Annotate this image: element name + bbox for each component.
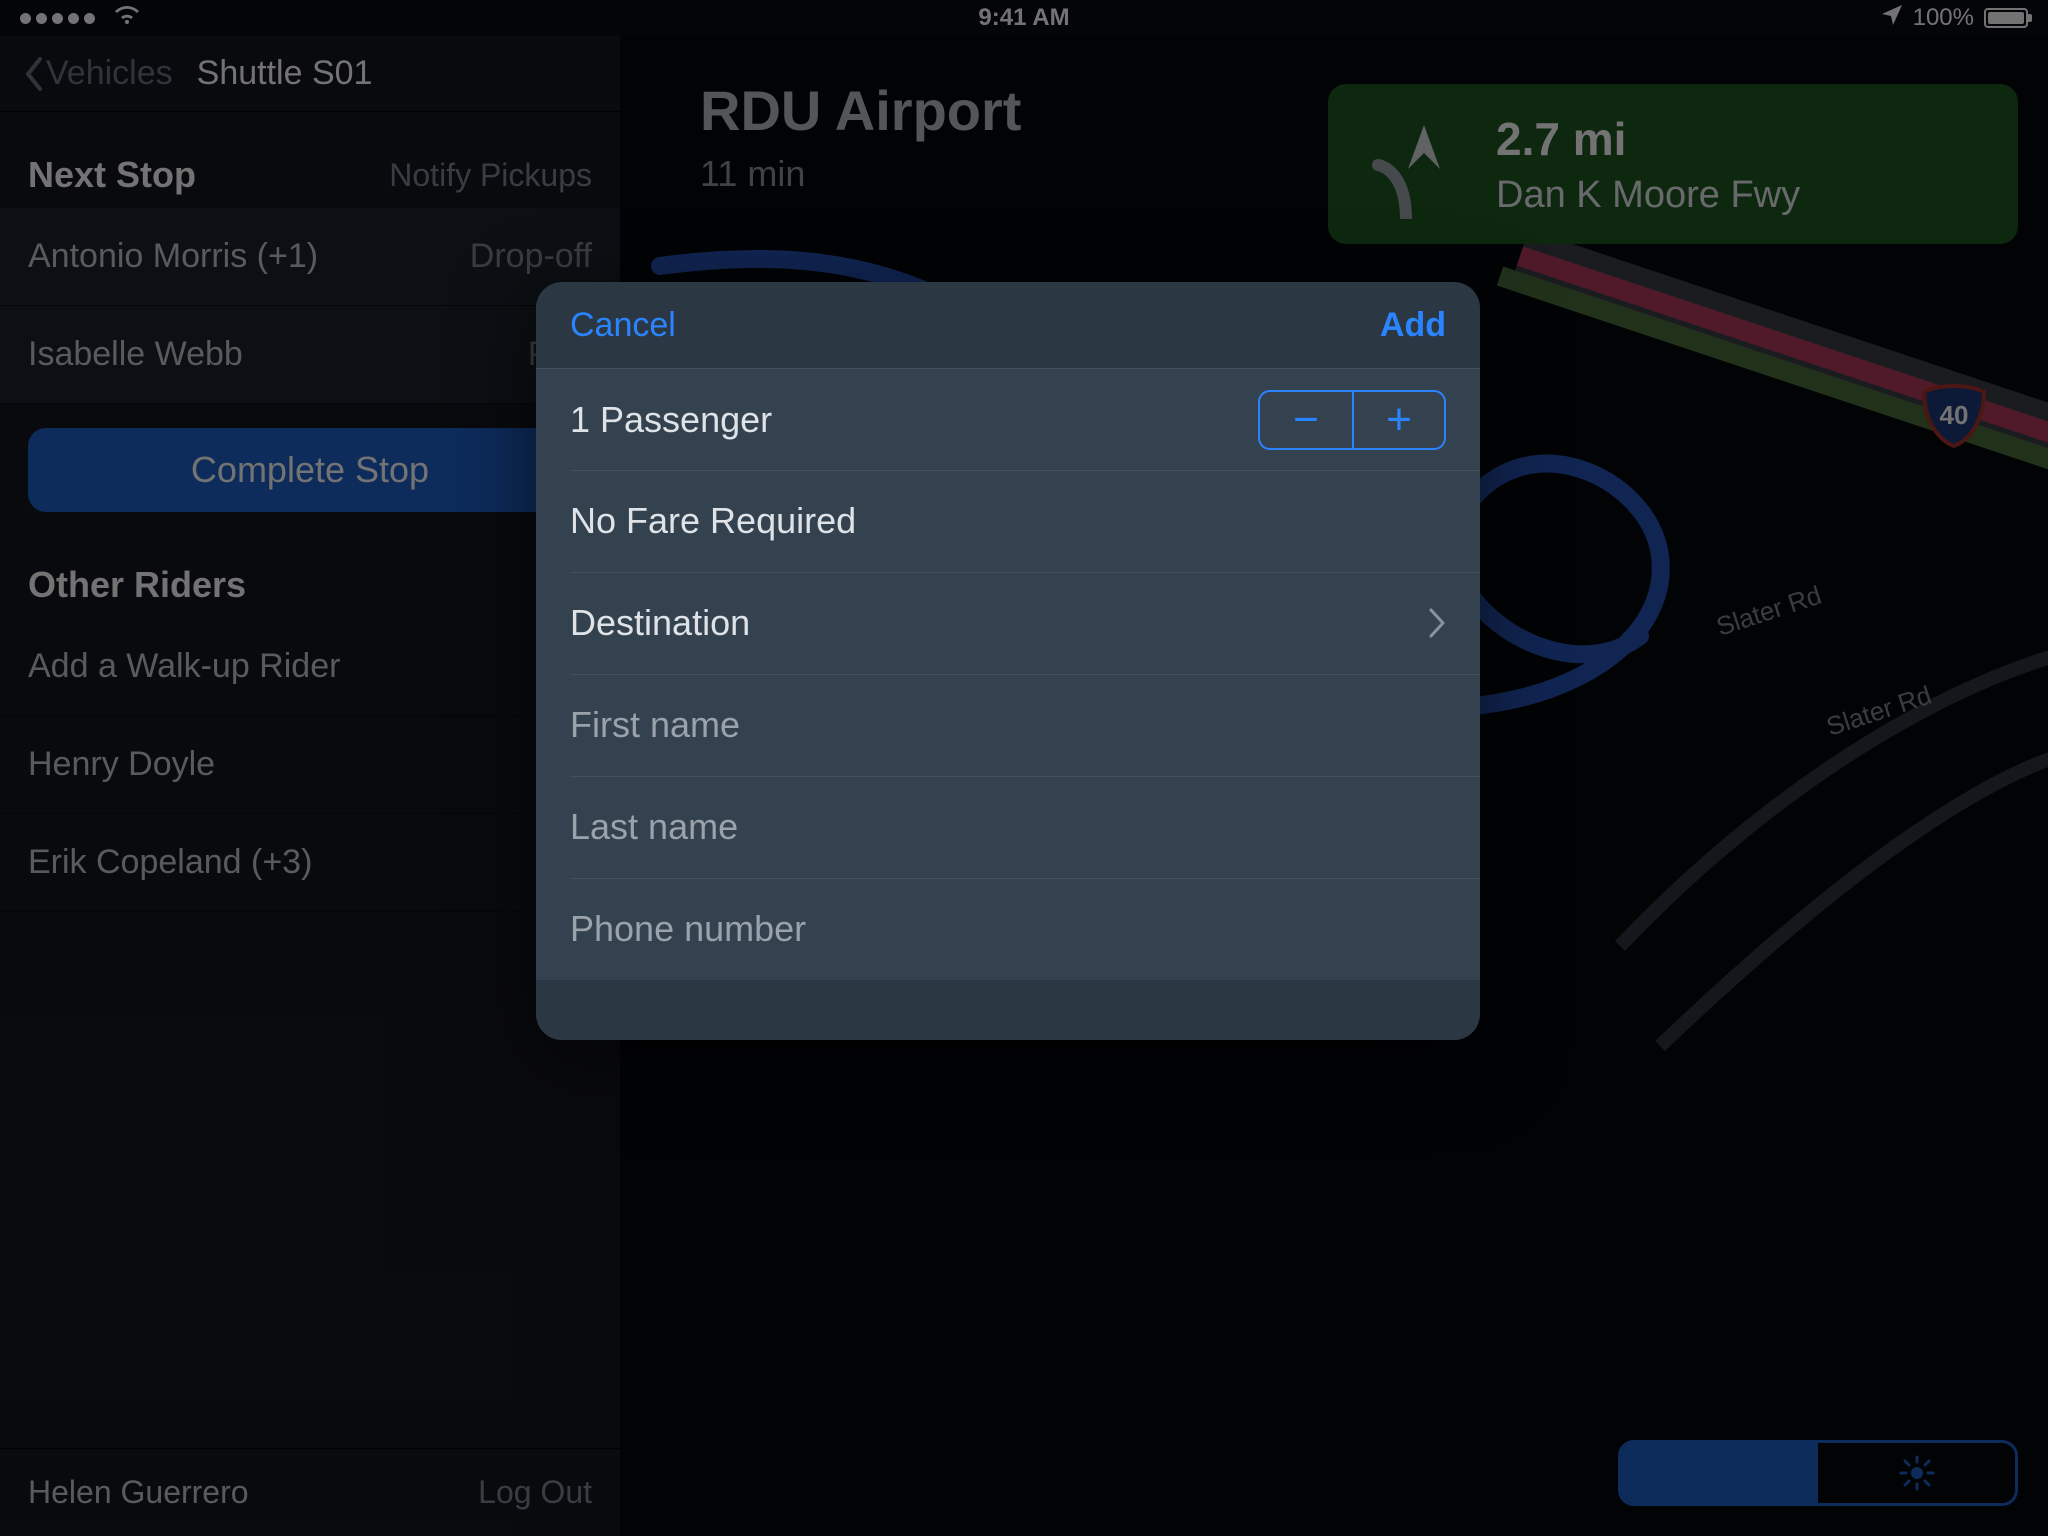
destination-label: Destination [570, 602, 750, 644]
passenger-decrement-button[interactable]: − [1260, 392, 1352, 448]
passenger-stepper: − + [1258, 390, 1446, 450]
cancel-button[interactable]: Cancel [570, 306, 676, 345]
phone-field[interactable]: Phone number [536, 878, 1480, 980]
firstname-placeholder: First name [570, 704, 740, 746]
phone-placeholder: Phone number [570, 908, 806, 950]
passenger-increment-button[interactable]: + [1352, 392, 1444, 448]
passenger-count-row: 1 Passenger − + [536, 368, 1480, 470]
popover-nav: Cancel Add [536, 282, 1480, 368]
lastname-placeholder: Last name [570, 806, 738, 848]
firstname-field[interactable]: First name [536, 674, 1480, 776]
add-rider-popover: Cancel Add 1 Passenger − + No Fare Requi… [536, 282, 1480, 1040]
add-button[interactable]: Add [1380, 306, 1446, 345]
chevron-right-icon [1428, 608, 1446, 638]
fare-row[interactable]: No Fare Required [536, 470, 1480, 572]
lastname-field[interactable]: Last name [536, 776, 1480, 878]
passenger-count-label: 1 Passenger [570, 399, 772, 441]
destination-row[interactable]: Destination [536, 572, 1480, 674]
fare-label: No Fare Required [570, 500, 856, 542]
